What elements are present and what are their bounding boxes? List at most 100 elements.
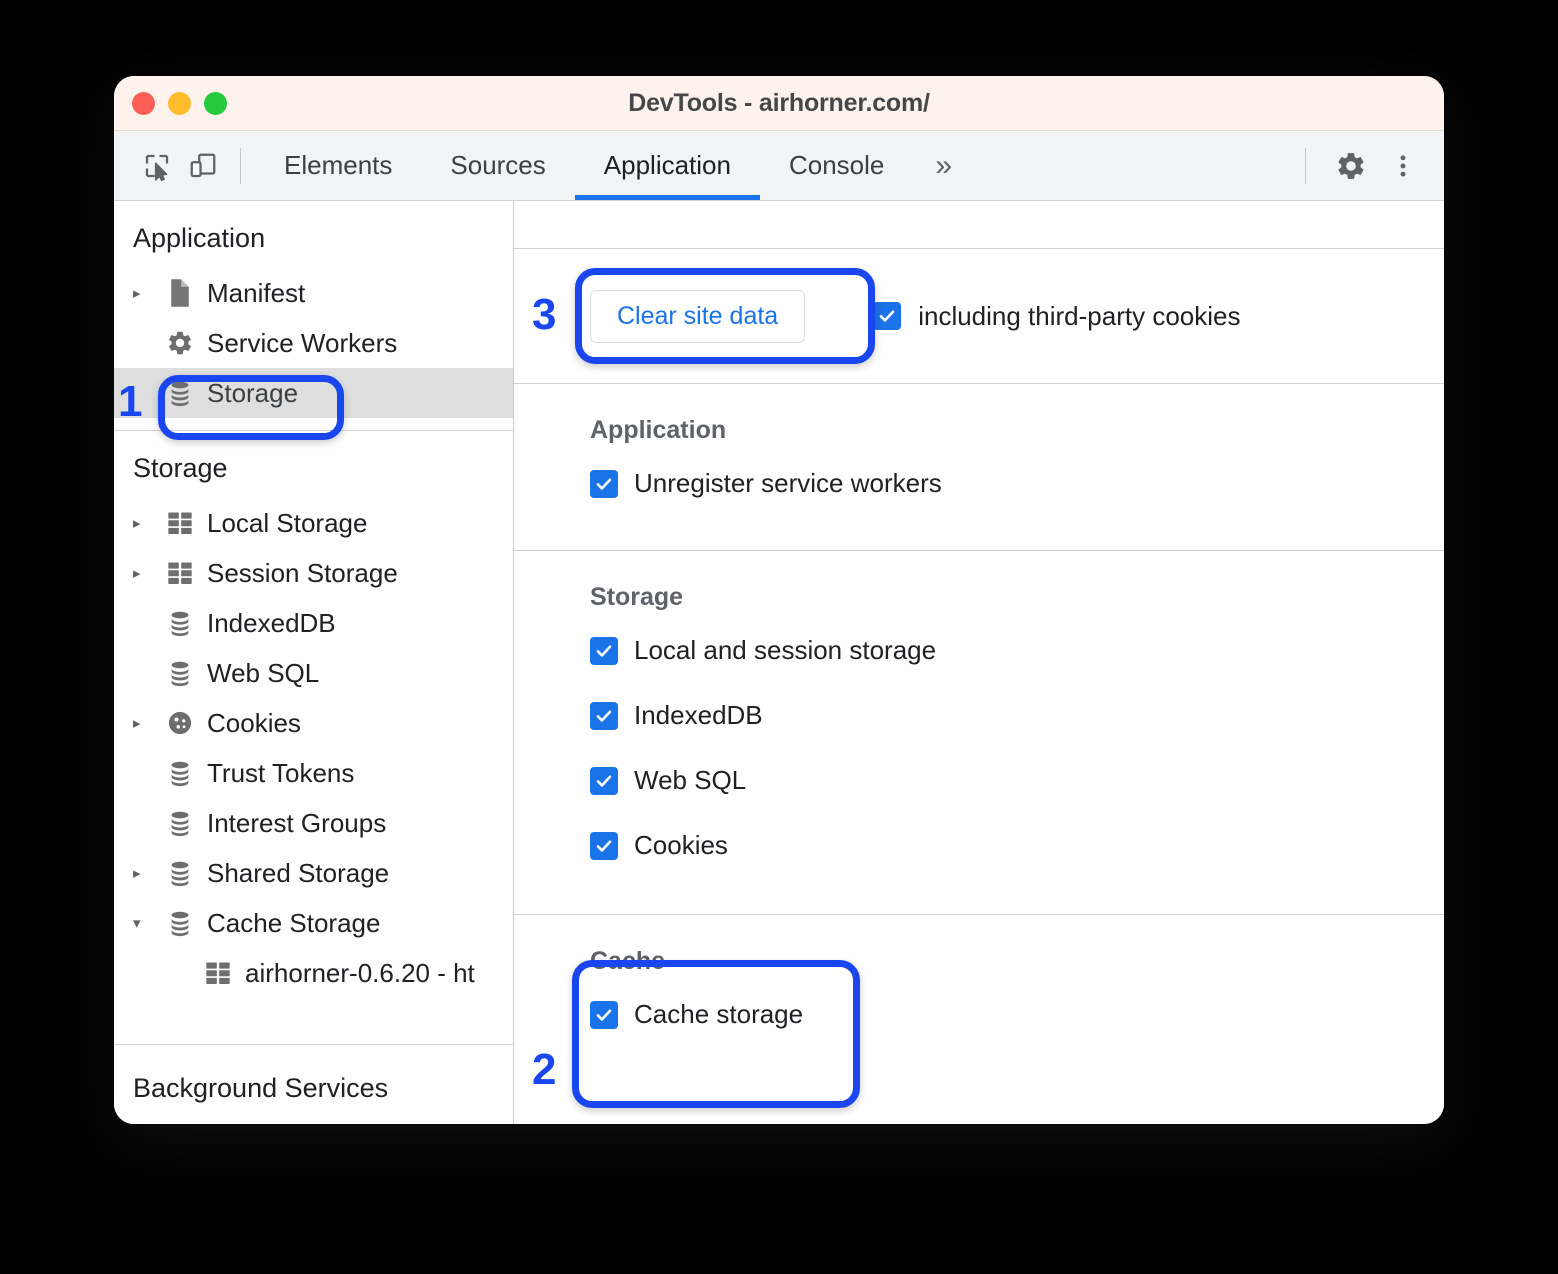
sidebar-heading-background-services: Background Services xyxy=(114,1044,513,1124)
devtools-window: DevTools - airhorner.com/ Elemen xyxy=(114,76,1444,1124)
web-sql-checkbox[interactable] xyxy=(590,767,618,795)
database-icon xyxy=(161,379,199,407)
database-icon xyxy=(161,759,199,787)
sidebar-item-airhorner-cache-label: airhorner-0.6.20 - ht xyxy=(245,958,475,989)
sidebar-item-web-sql-label: Web SQL xyxy=(207,658,319,689)
sidebar-item-session-storage-label: Session Storage xyxy=(207,558,398,589)
chevron-down-icon[interactable]: ▾ xyxy=(133,914,161,932)
third-party-cookies-row[interactable]: including third-party cookies xyxy=(873,301,1240,332)
cookies-checkbox[interactable] xyxy=(590,832,618,860)
chevron-double-right-icon[interactable]: » xyxy=(913,131,974,200)
sidebar-item-indexeddb-label: IndexedDB xyxy=(207,608,336,639)
application-section: Application Unregister service workers xyxy=(514,384,1444,551)
sidebar-item-manifest[interactable]: ▸ Manifest xyxy=(114,268,513,318)
database-icon xyxy=(161,609,199,637)
database-icon xyxy=(161,859,199,887)
third-party-cookies-label: including third-party cookies xyxy=(918,301,1240,332)
chevron-right-icon[interactable]: ▸ xyxy=(133,864,161,882)
chevron-right-icon[interactable]: ▸ xyxy=(133,284,161,302)
panel-tabs: Elements Sources Application Console » xyxy=(255,131,974,200)
storage-section: Storage Local and session storage Indexe… xyxy=(514,551,1444,915)
sidebar-item-cookies-label: Cookies xyxy=(207,708,301,739)
close-window-button[interactable] xyxy=(132,92,155,115)
clear-storage-panel: Clear site data including third-party co… xyxy=(514,201,1444,1124)
chevron-right-icon[interactable]: ▸ xyxy=(133,514,161,532)
sidebar-item-trust-tokens[interactable]: ▸ Trust Tokens xyxy=(114,748,513,798)
window-titlebar: DevTools - airhorner.com/ xyxy=(114,76,1444,131)
chevron-right-icon[interactable]: ▸ xyxy=(133,714,161,732)
sidebar-item-interest-groups[interactable]: ▸ Interest Groups xyxy=(114,798,513,848)
sidebar-item-web-sql[interactable]: ▸ Web SQL xyxy=(114,648,513,698)
web-sql-row[interactable]: Web SQL xyxy=(590,748,1444,813)
tab-console-label: Console xyxy=(789,150,884,181)
storage-section-title: Storage xyxy=(590,551,1444,618)
sidebar-item-service-workers-label: Service Workers xyxy=(207,328,397,359)
sidebar-item-trust-tokens-label: Trust Tokens xyxy=(207,758,354,789)
local-session-storage-row[interactable]: Local and session storage xyxy=(590,618,1444,683)
inspect-element-icon[interactable] xyxy=(134,143,180,189)
application-section-title: Application xyxy=(590,384,1444,451)
more-tabs-label: » xyxy=(935,149,952,183)
cache-storage-row[interactable]: Cache storage xyxy=(590,982,1444,1047)
sidebar-item-session-storage[interactable]: ▸ Session Storage xyxy=(114,548,513,598)
sidebar-item-indexeddb[interactable]: ▸ IndexedDB xyxy=(114,598,513,648)
cache-section-title: Cache xyxy=(590,915,1444,982)
tab-console[interactable]: Console xyxy=(760,131,913,200)
local-session-storage-checkbox[interactable] xyxy=(590,637,618,665)
table-icon xyxy=(161,510,199,536)
database-icon xyxy=(161,909,199,937)
unregister-service-workers-label: Unregister service workers xyxy=(634,468,942,499)
sidebar-item-shared-storage[interactable]: ▸ Shared Storage xyxy=(114,848,513,898)
cookie-icon xyxy=(161,709,199,737)
indexeddb-label: IndexedDB xyxy=(634,700,763,731)
sidebar-item-service-workers[interactable]: ▸ Service Workers xyxy=(114,318,513,368)
cache-storage-label: Cache storage xyxy=(634,999,803,1030)
indexeddb-checkbox[interactable] xyxy=(590,702,618,730)
sidebar-item-local-storage[interactable]: ▸ Local Storage xyxy=(114,498,513,548)
tab-sources-label: Sources xyxy=(450,150,545,181)
tab-application[interactable]: Application xyxy=(575,131,760,200)
chevron-right-icon[interactable]: ▸ xyxy=(133,564,161,582)
toolbar-divider-right xyxy=(1305,148,1306,184)
toolbar-divider xyxy=(240,148,241,184)
sidebar-item-airhorner-cache[interactable]: airhorner-0.6.20 - ht xyxy=(114,948,513,998)
clear-site-data-section: Clear site data including third-party co… xyxy=(514,249,1444,384)
unregister-service-workers-checkbox[interactable] xyxy=(590,470,618,498)
maximize-window-button[interactable] xyxy=(204,92,227,115)
screenshot-root: DevTools - airhorner.com/ Elemen xyxy=(0,0,1558,1274)
tab-sources[interactable]: Sources xyxy=(421,131,574,200)
device-toolbar-icon[interactable] xyxy=(180,143,226,189)
sidebar-item-storage[interactable]: ▸ Storage xyxy=(114,368,513,418)
cache-storage-checkbox[interactable] xyxy=(590,1001,618,1029)
third-party-cookies-checkbox[interactable] xyxy=(873,302,901,330)
unregister-service-workers-row[interactable]: Unregister service workers xyxy=(590,451,1444,516)
database-icon xyxy=(161,809,199,837)
devtools-body: Application ▸ Manifest ▸ Service xyxy=(114,201,1444,1124)
sidebar-item-storage-label: Storage xyxy=(207,378,298,409)
panel-toolbar xyxy=(514,201,1444,249)
kebab-menu-icon[interactable] xyxy=(1380,143,1426,189)
window-title: DevTools - airhorner.com/ xyxy=(114,89,1444,118)
sidebar-item-cache-storage-label: Cache Storage xyxy=(207,908,380,939)
tabbar-right-controls xyxy=(1305,131,1426,200)
application-sidebar: Application ▸ Manifest ▸ Service xyxy=(114,201,514,1124)
indexeddb-row[interactable]: IndexedDB xyxy=(590,683,1444,748)
clear-site-data-button[interactable]: Clear site data xyxy=(590,290,805,343)
minimize-window-button[interactable] xyxy=(168,92,191,115)
table-icon xyxy=(199,960,237,986)
sidebar-item-manifest-label: Manifest xyxy=(207,278,305,309)
sidebar-item-shared-storage-label: Shared Storage xyxy=(207,858,389,889)
sidebar-item-cache-storage[interactable]: ▾ Cache Storage xyxy=(114,898,513,948)
tab-elements[interactable]: Elements xyxy=(255,131,421,200)
database-icon xyxy=(161,659,199,687)
cookies-row[interactable]: Cookies xyxy=(590,813,1444,878)
sidebar-item-cookies[interactable]: ▸ Cookies xyxy=(114,698,513,748)
cache-section: Cache Cache storage xyxy=(514,915,1444,1077)
table-icon xyxy=(161,560,199,586)
sidebar-item-local-storage-label: Local Storage xyxy=(207,508,367,539)
document-icon xyxy=(161,278,199,308)
gear-icon[interactable] xyxy=(1328,143,1374,189)
tab-application-label: Application xyxy=(604,150,731,181)
web-sql-label: Web SQL xyxy=(634,765,746,796)
cookies-label: Cookies xyxy=(634,830,728,861)
